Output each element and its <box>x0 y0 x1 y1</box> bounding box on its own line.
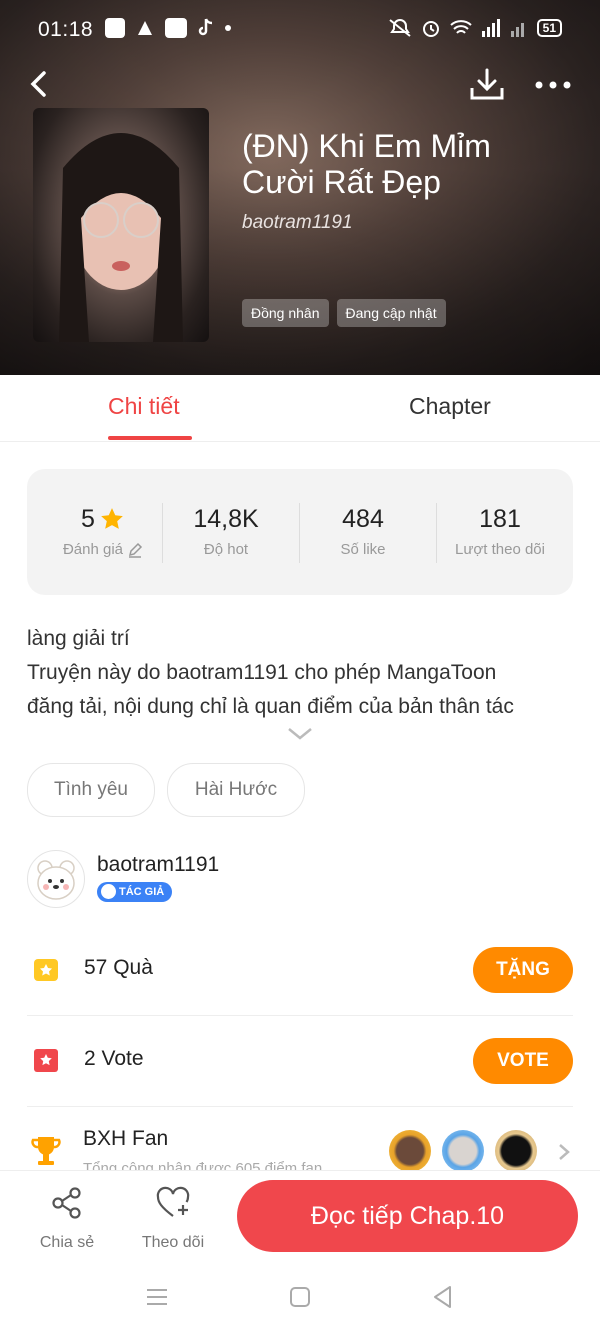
system-icons: 51 <box>388 18 562 38</box>
back-icon[interactable] <box>430 1284 456 1310</box>
description-line: Truyện này do baotram1191 cho phép Manga… <box>27 661 497 684</box>
badge-drop-icon <box>101 884 116 899</box>
follows-label: Lượt theo dõi <box>455 541 545 558</box>
notification-icons <box>105 18 231 38</box>
share-label: Chia sẻ <box>39 1234 95 1251</box>
follow-label: Theo dõi <box>141 1234 205 1251</box>
author-name[interactable]: baotram1191 <box>97 853 219 877</box>
hot-label: Độ hot <box>203 541 249 558</box>
chip-status: Đang cập nhật <box>336 299 446 327</box>
more-options-icon[interactable] <box>532 70 574 100</box>
stat-likes: 484 Số like <box>295 503 431 559</box>
tab-chapter[interactable]: Chapter <box>409 393 491 420</box>
status-time: 01:18 <box>38 18 94 41</box>
rating-label: Đánh giá <box>62 541 124 558</box>
author-badge-text: TÁC GIẢ <box>119 886 165 898</box>
system-navigation-bar <box>0 1262 600 1333</box>
book-author[interactable]: baotram1191 <box>242 212 353 234</box>
author-avatar[interactable] <box>27 850 85 908</box>
tiktok-icon <box>198 18 213 36</box>
app-notification-icon <box>138 21 152 35</box>
status-bar: 01:18 51 <box>0 0 600 60</box>
share-button[interactable]: Chia sẻ <box>27 1185 107 1252</box>
signal-icon-2 <box>510 23 524 37</box>
signal-icon <box>481 19 500 37</box>
expand-chevron-icon[interactable] <box>287 726 313 742</box>
gift-button[interactable]: TẶNG <box>473 947 573 993</box>
fan-avatar[interactable] <box>442 1130 484 1172</box>
stat-rating[interactable]: 5 Đánh giá <box>35 503 171 558</box>
gift-count: 57 Quà <box>84 956 153 979</box>
gift-icon <box>34 959 58 981</box>
continue-reading-button[interactable]: Đọc tiếp Chap.10 <box>237 1180 578 1252</box>
book-title: (ĐN) Khi Em Mỉm Cười Rất Đẹp <box>242 128 491 200</box>
vote-button[interactable]: VOTE <box>473 1038 573 1084</box>
chevron-right-icon[interactable] <box>557 1142 571 1162</box>
top-toolbar <box>0 60 600 110</box>
follows-value: 181 <box>479 504 521 533</box>
tab-details[interactable]: Chi tiết <box>108 393 180 420</box>
download-icon[interactable] <box>466 64 508 106</box>
trophy-icon <box>31 1137 61 1165</box>
wifi-icon <box>449 20 472 34</box>
stats-panel: 5 Đánh giá 14,8K Độ hot 484 Số like 181 … <box>27 469 573 595</box>
author-badge: TÁC GIẢ <box>97 882 173 902</box>
bear-avatar-icon <box>37 860 75 900</box>
alarm-icon <box>422 21 439 37</box>
active-tab-indicator <box>108 436 192 440</box>
edit-pencil-icon[interactable] <box>127 542 143 558</box>
share-icon <box>52 1187 81 1219</box>
vote-count: 2 Vote <box>84 1047 144 1070</box>
stat-follows: 181 Lượt theo dõi <box>432 503 568 559</box>
chip-genre: Đồng nhân <box>242 299 329 327</box>
description-line: làng giải trí <box>27 627 130 650</box>
back-arrow-icon[interactable] <box>22 64 62 104</box>
divider <box>27 1106 573 1107</box>
vote-row: 2 Vote VOTE <box>27 1016 573 1107</box>
app-notification-icon <box>105 18 125 38</box>
stat-hot: 14,8K Độ hot <box>158 503 294 559</box>
tag-love[interactable]: Tình yêu <box>27 763 155 817</box>
home-icon[interactable] <box>287 1284 313 1310</box>
book-chips: Đồng nhân Đang cập nhật <box>242 299 446 327</box>
book-cover[interactable] <box>33 108 209 342</box>
menu-icon[interactable] <box>144 1284 170 1310</box>
vote-ticket-icon <box>34 1049 58 1072</box>
heart-plus-icon <box>156 1186 190 1217</box>
fan-avatar[interactable] <box>495 1130 537 1172</box>
rating-value: 5 <box>81 504 95 533</box>
battery-icon: 51 <box>536 19 562 37</box>
bottom-action-bar: Chia sẻ Theo dõi Đọc tiếp Chap.10 <box>0 1170 600 1262</box>
app-notification-icon <box>165 18 187 38</box>
fan-avatar[interactable] <box>389 1130 431 1172</box>
cover-illustration <box>59 133 183 342</box>
dot-icon <box>225 25 231 31</box>
likes-label: Số like <box>340 541 386 558</box>
likes-value: 484 <box>342 504 384 533</box>
description-line: đăng tải, nội dung chỉ là quan điểm của … <box>27 695 514 718</box>
hot-value: 14,8K <box>193 504 259 533</box>
follow-button[interactable]: Theo dõi <box>133 1185 213 1252</box>
star-icon <box>101 508 123 529</box>
tab-bar: Chi tiết Chapter <box>0 375 600 442</box>
book-description[interactable]: làng giải trí Truyện này do baotram1191 … <box>27 622 577 724</box>
mute-icon <box>389 19 411 37</box>
fan-rank-title[interactable]: BXH Fan <box>83 1127 168 1151</box>
gift-row: 57 Quà TẶNG <box>27 925 573 1016</box>
tag-comedy[interactable]: Hài Hước <box>167 763 305 817</box>
